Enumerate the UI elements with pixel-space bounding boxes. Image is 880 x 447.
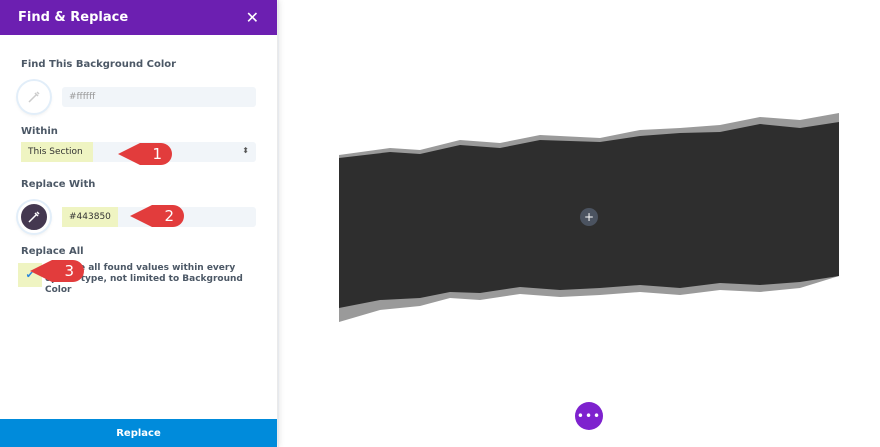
section-shape <box>339 113 839 322</box>
more-options-button[interactable]: ••• <box>575 402 603 430</box>
add-module-button[interactable]: + <box>580 208 598 226</box>
